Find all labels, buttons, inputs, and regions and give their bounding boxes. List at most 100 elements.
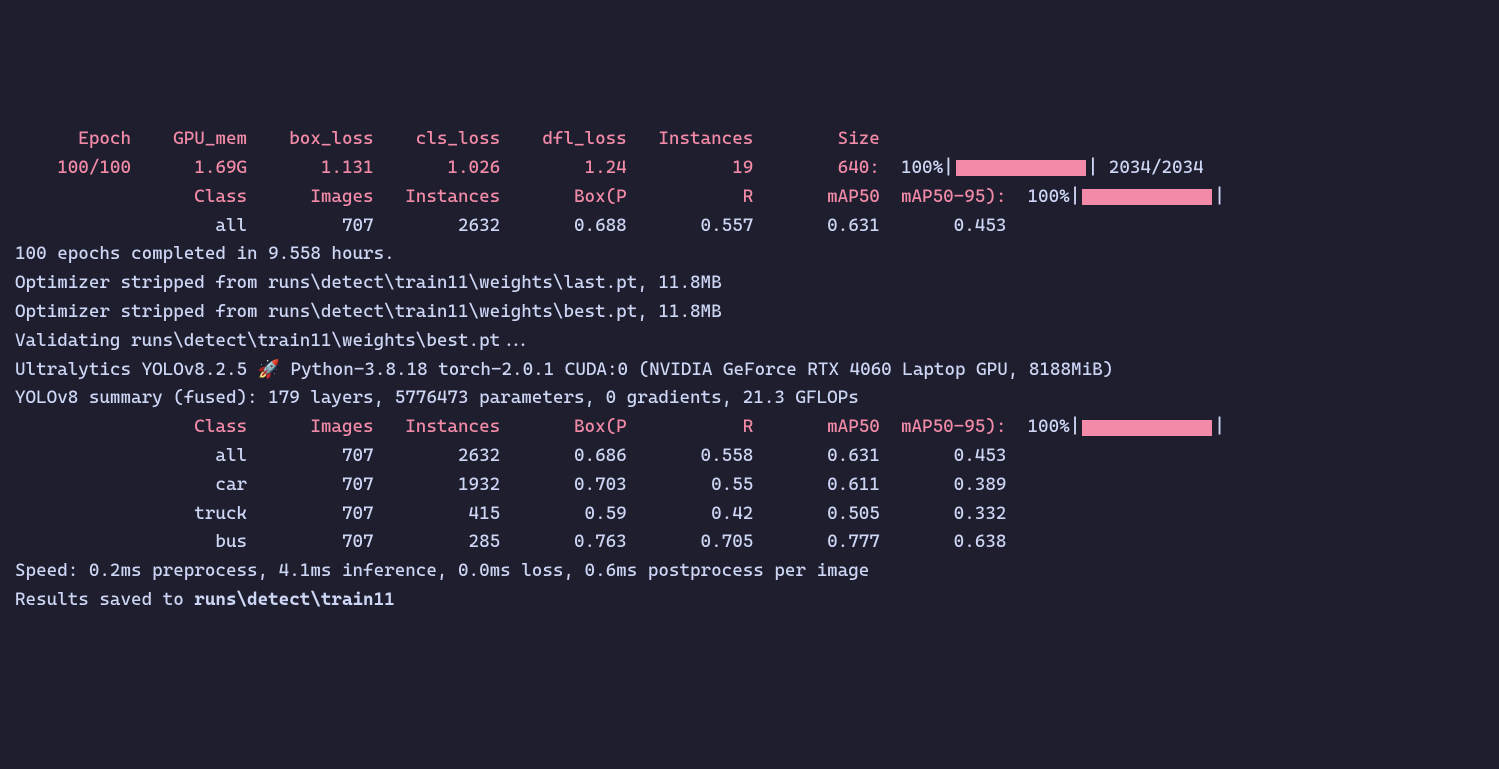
- spacer: [15, 445, 131, 466]
- val-map5095: 0.332: [880, 503, 1007, 524]
- val-boxp: 0.688: [500, 215, 627, 236]
- val-r: 0.558: [627, 445, 754, 466]
- pipe: |: [943, 157, 954, 178]
- val-boxp: 0.686: [500, 445, 627, 466]
- validating-text: Validating runs\detect\train11\weights\b…: [15, 330, 532, 351]
- rocket-icon: [258, 359, 280, 380]
- pipe: |: [1070, 186, 1081, 207]
- col-header: GPU_mem: [131, 128, 247, 149]
- col-header: Size: [753, 128, 880, 149]
- col-header: mAP50: [753, 186, 880, 207]
- spacer: [15, 215, 131, 236]
- terminal-output: Epoch GPU_mem box_loss cls_loss dfl_loss…: [15, 125, 1484, 615]
- train-value: 1.24: [500, 157, 627, 178]
- val-images: 707: [247, 445, 374, 466]
- train-value: 1.131: [247, 157, 374, 178]
- col-header: Class: [131, 416, 247, 437]
- terminal-line: 100 epochs completed in 9.558 hours.: [15, 240, 1484, 269]
- col-header: Instances: [374, 416, 501, 437]
- col-header: Box(P: [500, 186, 627, 207]
- val-boxp: 0.763: [500, 531, 627, 552]
- val-class: truck: [131, 503, 247, 524]
- terminal-line: Class Images Instances Box(P R mAP50 mAP…: [15, 413, 1484, 442]
- terminal-line: Optimizer stripped from runs\detect\trai…: [15, 269, 1484, 298]
- progress-pct: 100%: [1028, 416, 1070, 437]
- val-r: 0.705: [627, 531, 754, 552]
- col-header: Instances: [374, 186, 501, 207]
- val-map5095: 0.389: [880, 474, 1007, 495]
- terminal-line: truck 707 415 0.59 0.42 0.505 0.332: [15, 500, 1484, 529]
- val-images: 707: [247, 531, 374, 552]
- ultralytics-prefix: Ultralytics YOLOv8.2.5: [15, 359, 258, 380]
- results-prefix: Results saved to: [15, 589, 194, 610]
- spacer: [880, 157, 901, 178]
- terminal-line: Ultralytics YOLOv8.2.5 Python-3.8.18 tor…: [15, 356, 1484, 385]
- val-map50: 0.777: [753, 531, 880, 552]
- spacer: [15, 503, 131, 524]
- val-map50: 0.631: [753, 215, 880, 236]
- pipe: |: [1214, 416, 1225, 437]
- val-class: all: [131, 445, 247, 466]
- val-r: 0.42: [627, 503, 754, 524]
- col-header: Epoch: [15, 128, 131, 149]
- terminal-line: 100/100 1.69G 1.131 1.026 1.24 19 640: 1…: [15, 154, 1484, 183]
- pipe: |: [1214, 186, 1225, 207]
- col-header: R: [627, 416, 754, 437]
- col-header: box_loss: [247, 128, 374, 149]
- pipe: |: [1070, 416, 1081, 437]
- val-instances: 2632: [374, 215, 501, 236]
- col-header: mAP50-95):: [880, 416, 1007, 437]
- val-map5095: 0.453: [880, 215, 1007, 236]
- completion-text: 100 epochs completed in 9.558 hours.: [15, 243, 395, 264]
- val-map50: 0.611: [753, 474, 880, 495]
- val-images: 707: [247, 503, 374, 524]
- spacer: [15, 186, 131, 207]
- terminal-line: Validating runs\detect\train11\weights\b…: [15, 327, 1484, 356]
- val-boxp: 0.59: [500, 503, 627, 524]
- terminal-line: Class Images Instances Box(P R mAP50 mAP…: [15, 183, 1484, 212]
- col-header: Images: [247, 416, 374, 437]
- terminal-line: Epoch GPU_mem box_loss cls_loss dfl_loss…: [15, 125, 1484, 154]
- val-images: 707: [247, 215, 374, 236]
- ultralytics-suffix: Python-3.8.18 torch-2.0.1 CUDA:0 (NVIDIA…: [280, 359, 1113, 380]
- col-header: R: [627, 186, 754, 207]
- spacer: [15, 416, 131, 437]
- val-instances: 1932: [374, 474, 501, 495]
- terminal-line: all 707 2632 0.686 0.558 0.631 0.453: [15, 442, 1484, 471]
- val-instances: 415: [374, 503, 501, 524]
- col-header: Class: [131, 186, 247, 207]
- spacer: [15, 531, 131, 552]
- progress-bar-icon: [956, 160, 1086, 176]
- optimizer-best: Optimizer stripped from runs\detect\trai…: [15, 301, 722, 322]
- val-r: 0.557: [627, 215, 754, 236]
- train-value: 19: [627, 157, 754, 178]
- terminal-line: Optimizer stripped from runs\detect\trai…: [15, 298, 1484, 327]
- col-header: cls_loss: [374, 128, 501, 149]
- val-class: all: [131, 215, 247, 236]
- val-class: bus: [131, 531, 247, 552]
- val-map50: 0.631: [753, 445, 880, 466]
- val-map5095: 0.453: [880, 445, 1007, 466]
- speed-text: Speed: 0.2ms preprocess, 4.1ms inference…: [15, 560, 869, 581]
- progress-bar-icon: [1082, 189, 1212, 205]
- optimizer-last: Optimizer stripped from runs\detect\trai…: [15, 272, 722, 293]
- terminal-line: Speed: 0.2ms preprocess, 4.1ms inference…: [15, 557, 1484, 586]
- progress-bar-icon: [1082, 420, 1212, 436]
- summary-text: YOLOv8 summary (fused): 179 layers, 5776…: [15, 387, 859, 408]
- val-class: car: [131, 474, 247, 495]
- val-map5095: 0.638: [880, 531, 1007, 552]
- progress-pct: 100%: [901, 157, 943, 178]
- val-map50: 0.505: [753, 503, 880, 524]
- train-value: 640:: [753, 157, 880, 178]
- terminal-line: car 707 1932 0.703 0.55 0.611 0.389: [15, 471, 1484, 500]
- val-r: 0.55: [627, 474, 754, 495]
- pipe: |: [1088, 157, 1109, 178]
- train-value: 100/100: [15, 157, 131, 178]
- terminal-line: all 707 2632 0.688 0.557 0.631 0.453: [15, 212, 1484, 241]
- col-header: dfl_loss: [500, 128, 627, 149]
- train-value: 1.026: [374, 157, 501, 178]
- col-header: Instances: [627, 128, 754, 149]
- val-instances: 2632: [374, 445, 501, 466]
- train-value: 1.69G: [131, 157, 247, 178]
- terminal-line: YOLOv8 summary (fused): 179 layers, 5776…: [15, 384, 1484, 413]
